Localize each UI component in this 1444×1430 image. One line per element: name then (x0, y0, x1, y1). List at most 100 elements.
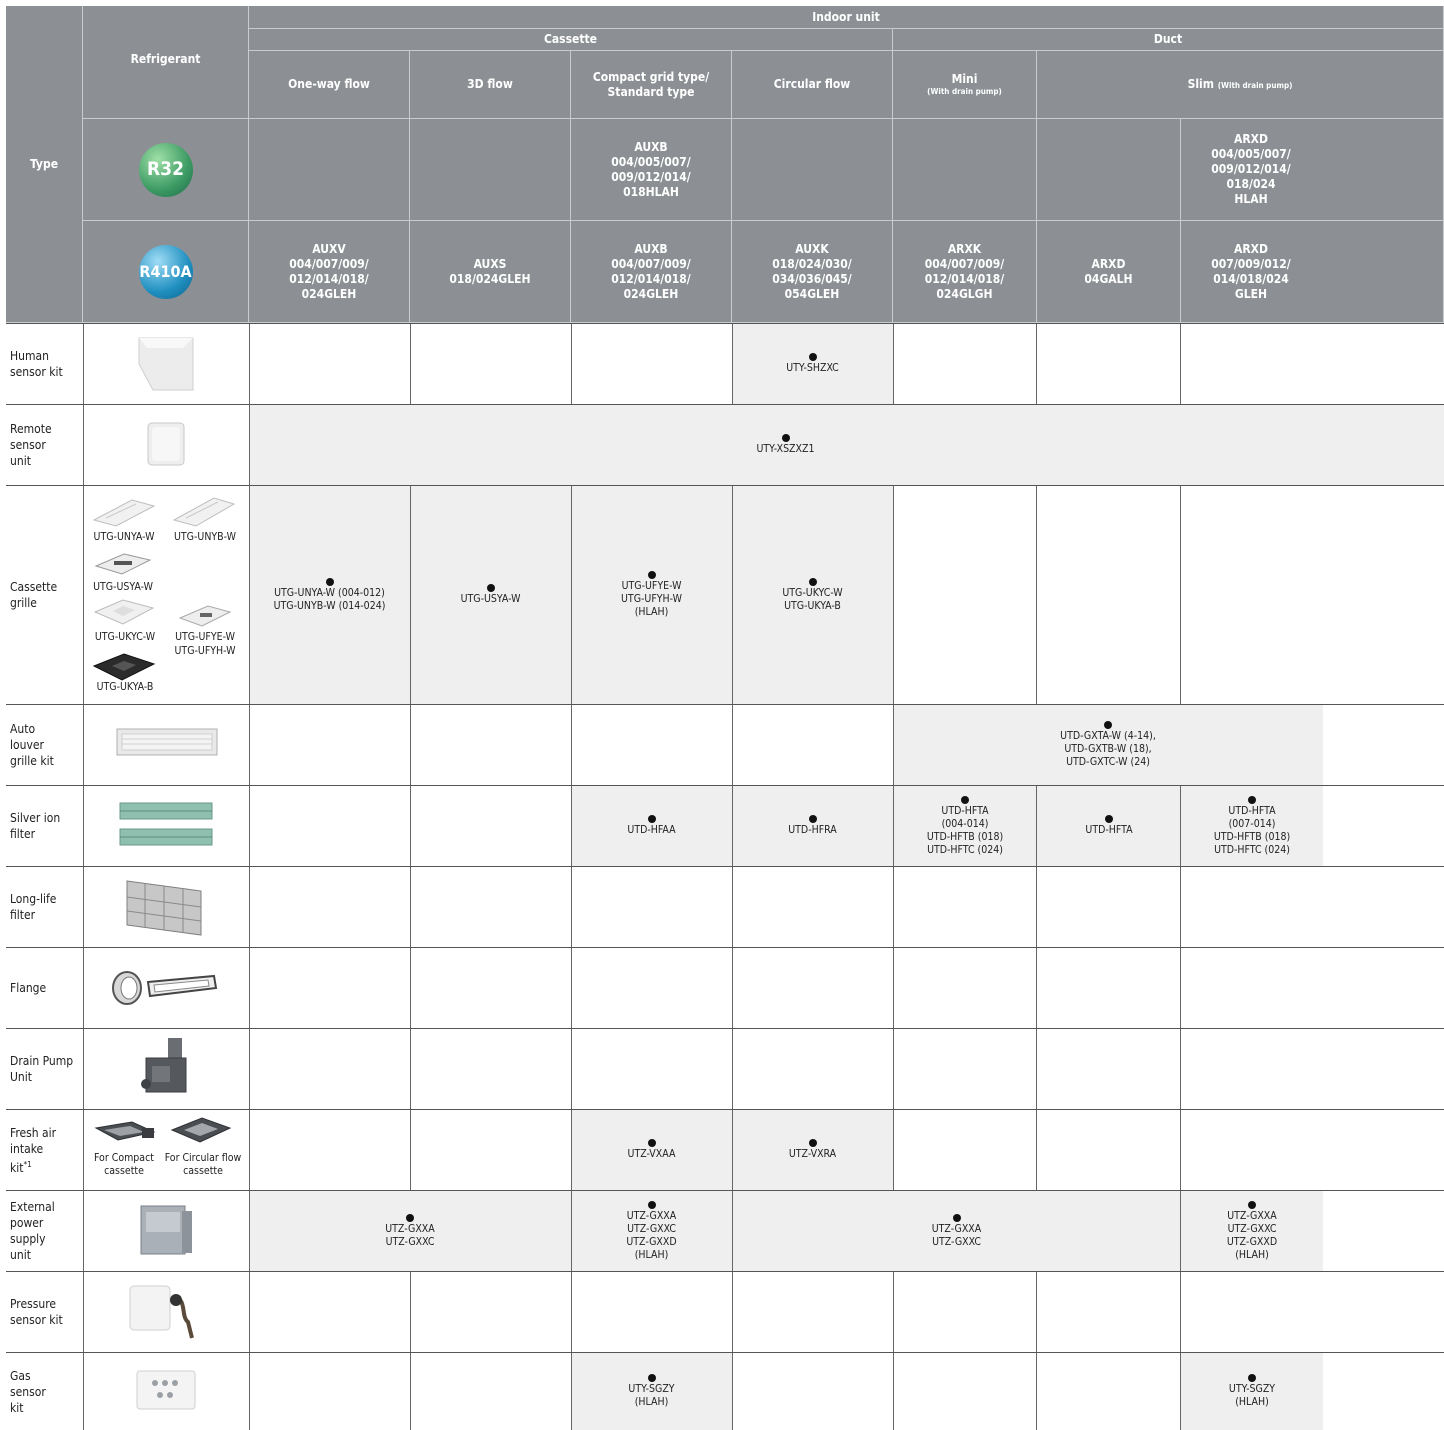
grille-caption-unya: UTG-UNYA-W (93, 531, 155, 543)
col-compact-text-1: Compact grid type/ (592, 69, 710, 84)
model-line: UTY-SHZXC (786, 362, 839, 374)
grille-usya-image (94, 553, 152, 575)
model-line: (HLAH) (634, 606, 669, 618)
model-line: HLAH (1234, 192, 1268, 206)
model-line: 012/014/018/ (924, 271, 1005, 286)
accessory-compatibility-table: Type Refrigerant R32 R410A Indoor unit C… (0, 0, 1444, 1430)
grille-caption-ukyc: UTG-UKYC-W (94, 631, 156, 643)
availability-dot-icon (1248, 795, 1256, 804)
col-compact-header: Compact grid type/Standard type (571, 51, 732, 119)
vline-f1 (893, 323, 894, 404)
col-3d-text: 3D flow (467, 77, 513, 91)
model-line: 004/007/009/ (611, 256, 691, 271)
cassette-text: Cassette (543, 32, 598, 46)
r32-slim1 (1037, 119, 1181, 221)
model-line: ARXD (1091, 256, 1126, 271)
r410a-circular-models: AUXK 018/024/030/034/036/045/054GLEH (772, 242, 851, 302)
row-label-drain: Drain Pump Unit (6, 1029, 83, 1109)
model-line: (HLAH) (1235, 1396, 1269, 1408)
row-label-grille-text: Cassette grille (10, 580, 58, 610)
row-label-longlife: Long-life filter (6, 867, 83, 947)
hline-10 (6, 1271, 1444, 1272)
vline-c3 (410, 1272, 411, 1430)
model-line: 018HLAH (623, 184, 679, 199)
model-line: 014/018/024 (1213, 271, 1289, 286)
grille-oneway-cell: UTG-UNYA-W (004-012) UTG-UNYB-W (014-024) (249, 486, 410, 704)
duct-header: Duct (893, 29, 1444, 51)
availability-dot-icon (808, 815, 817, 823)
vline-h1 (1180, 323, 1181, 404)
external-slim2-models: UTZ-GXXA UTZ-GXXC UTZ-GXXD (HLAH) (1227, 1210, 1277, 1262)
grille-caption-ufyh: UTG-UFYH-W (174, 645, 236, 657)
model-line: UTG-UNYA-W (004-012) (274, 586, 385, 599)
indoor-unit-header: Indoor unit (249, 6, 1444, 29)
model-line: UTZ-VXRA (788, 1148, 837, 1160)
row-label-silver: Silver ion filter (6, 786, 83, 866)
model-line: (004-014) (941, 817, 989, 830)
duct-text: Duct (1153, 32, 1183, 46)
row-label-human-text: Human sensor kit (10, 349, 63, 379)
row-label-flange-text: Flange (10, 981, 47, 995)
grille-caption-ufye: UTG-UFYE-W (175, 631, 235, 643)
model-line: UTZ-GXXA (385, 1222, 435, 1235)
model-line: 007/009/012/ (1211, 256, 1291, 271)
grille-compact-cell: UTG-UFYE-W UTG-UFYH-W (HLAH) (571, 486, 732, 704)
row-label-longlife-text: Long-life filter (10, 892, 57, 922)
r410a-oneway-models: AUXV 004/007/009/012/014/018/024GLEH (289, 242, 368, 302)
model-line: 054GLEH (784, 286, 840, 301)
model-line: UTD-HFAA (627, 824, 676, 836)
type-header: Type (6, 6, 83, 323)
col-compact-text-2: Standard type (607, 84, 695, 99)
model-line: (HLAH) (634, 1396, 669, 1408)
fresh-air-kit-circular-image (170, 1117, 232, 1143)
model-line: (HLAH) (1235, 1248, 1269, 1261)
grille-oneway-models: UTG-UNYA-W (004-012) UTG-UNYB-W (014-024) (274, 587, 386, 613)
fresh-circular-models: UTZ-VXRA (789, 1148, 836, 1161)
model-line: 018/024/030/ (772, 256, 852, 271)
model-line: AUXK (795, 241, 829, 256)
row-label-pressure: Pressure sensor kit (6, 1272, 83, 1352)
grille-3d-models: UTG-USYA-W (461, 593, 521, 606)
model-line: UTY-SGZY (628, 1383, 675, 1395)
model-line: 034/036/045/ (772, 271, 852, 286)
r32-compact-models: AUXB 004/005/007/009/012/014/018HLAH (611, 140, 690, 200)
col-oneway-header: One-way flow (249, 51, 410, 119)
r32-circular (732, 119, 893, 221)
r32-slim2-models: ARXD 004/005/007/009/012/014/018/024 HLAH (1211, 132, 1290, 207)
availability-dot-icon (1104, 721, 1112, 729)
external-left-cell: UTZ-GXXA UTZ-GXXC (249, 1191, 571, 1271)
vline-c1 (410, 323, 411, 404)
gas-slim2-cell: UTY-SGZY (HLAH) (1181, 1353, 1323, 1430)
model-line: UTZ-GXXC (932, 1235, 981, 1248)
model-line: 012/014/018/ (611, 271, 691, 286)
model-line: UTY-XSZXZ1 (756, 443, 815, 455)
grille-circular-models: UTG-UKYC-W UTG-UKYA-B (782, 587, 842, 613)
r32-slim2: ARXD 004/005/007/009/012/014/018/024 HLAH (1181, 119, 1444, 221)
r410a-slim1: ARXD 04GALH (1037, 221, 1181, 323)
remote-sensor-unit-image (147, 422, 185, 466)
gas-slim2-models: UTY-SGZY (HLAH) (1229, 1383, 1275, 1409)
row-label-fresh-text: Fresh air intake kit (10, 1125, 57, 1175)
grille-caption-ukya-b: UTG-UKYA-B (96, 681, 154, 693)
model-line: UTD-HFTB (018) (926, 830, 1004, 843)
row-label-gas: Gas sensor kit (6, 1353, 83, 1430)
model-line: 009/012/014/ (1211, 162, 1291, 176)
row-label-fresh-wrap: Fresh air intake kit*1 (10, 1125, 62, 1176)
model-line: 04GALH (1084, 271, 1133, 286)
refrigerant-header-text: Refrigerant (130, 51, 201, 66)
r32-refrigerant-icon: R32 (138, 142, 193, 197)
model-line: UTG-UKYC-W (782, 586, 843, 599)
external-left-models: UTZ-GXXA UTZ-GXXC (385, 1223, 435, 1249)
silver-ion-filter-image (119, 802, 213, 846)
model-line: AUXV (312, 241, 346, 256)
grille-circular-cell: UTG-UKYC-W UTG-UKYA-B (732, 486, 893, 704)
grille-ukya-b-image (92, 653, 156, 681)
col-mini-text: Mini (951, 72, 978, 86)
r410a-compact-models: AUXB 004/007/009/012/014/018/024GLEH (611, 242, 690, 302)
external-mid-cell: UTZ-GXXA UTZ-GXXC (732, 1191, 1181, 1271)
vline-f3 (893, 1272, 894, 1430)
model-line: UTD-HFRA (788, 824, 837, 836)
model-line: UTD-HFTC (024) (1214, 843, 1290, 856)
grille-3d-cell: UTG-USYA-W (410, 486, 571, 704)
model-line: UTG-UNYB-W (014-024) (273, 599, 386, 612)
